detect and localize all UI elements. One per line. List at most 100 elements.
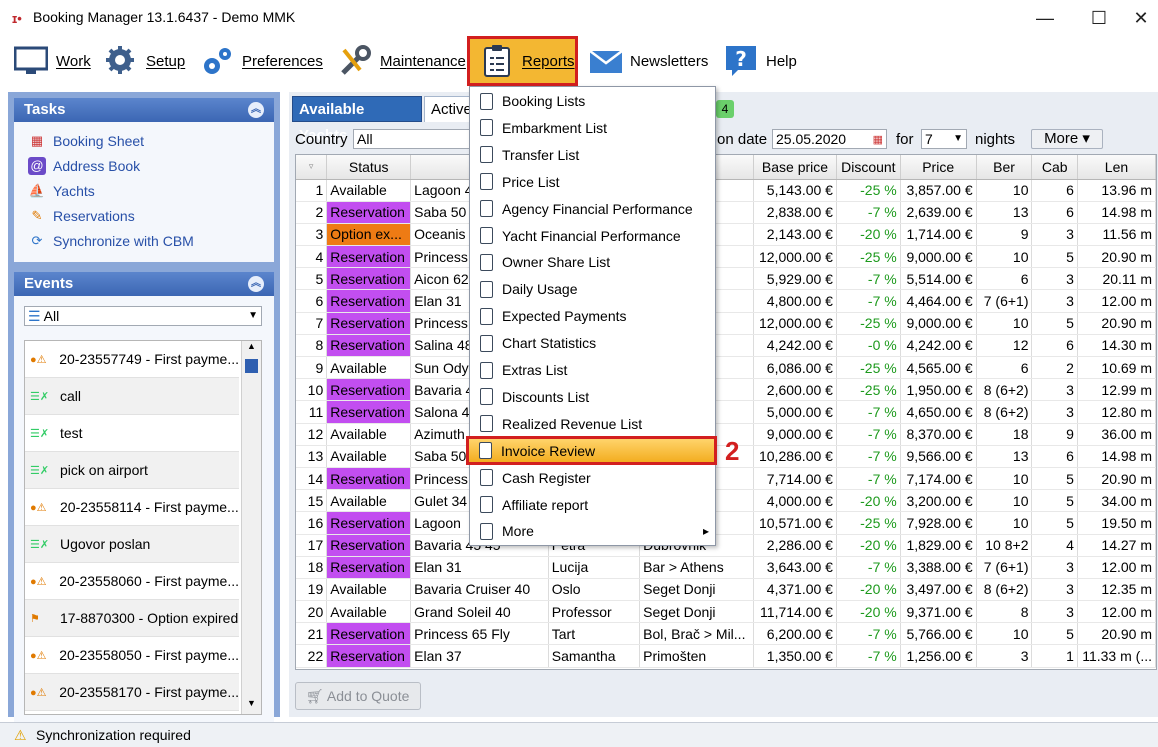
- table-row[interactable]: 6 Reservation Elan 31 4,800.00 € -7 % 4,464.0…: [296, 289, 1156, 313]
- close-button[interactable]: ✕: [1126, 6, 1156, 30]
- table-row[interactable]: 7 Reservation Princess 12,000.00 € -25 % 9,00…: [296, 312, 1156, 335]
- menu-item-price-list[interactable]: Price List: [470, 169, 715, 195]
- table-cell: Reservation: [326, 334, 412, 358]
- menu-item-cash-register[interactable]: Cash Register: [470, 465, 715, 491]
- tab-active[interactable]: Active: [424, 96, 472, 122]
- toolbar-work[interactable]: Work: [14, 36, 91, 86]
- tasks-header[interactable]: Tasks ︽: [14, 98, 274, 122]
- table-cell: 5: [1031, 511, 1078, 535]
- sort-icon[interactable]: ▿: [296, 155, 328, 180]
- table-row[interactable]: 1AvailableLagoon 4tre ...5,143.00 €-25 %…: [296, 179, 1156, 202]
- menu-item-realized-revenue-list[interactable]: Realized Revenue List: [470, 411, 715, 437]
- table-row[interactable]: 8ReservationSalina 48hilica4,242.00 €-0 …: [296, 334, 1156, 358]
- list-item[interactable]: ☰✗ call: [25, 378, 239, 415]
- table-cell: 6: [296, 289, 328, 313]
- task-address-book[interactable]: @ Address Book: [28, 153, 274, 178]
- table-header: ▿ Status M Base price Discount Price Ber…: [296, 155, 1156, 180]
- list-item[interactable]: ●⚠ 20-23558060 - First payme...: [25, 563, 239, 600]
- table-cell: 1,950.00 €: [900, 378, 977, 402]
- checklist-icon: ☰✗: [30, 538, 50, 551]
- table-row[interactable]: 15 Available Gulet 34 4,000.00 € -20 % 3,200.…: [296, 489, 1156, 513]
- column-header[interactable]: Discount: [836, 155, 901, 180]
- events-scrollbar[interactable]: ▲ ▼: [241, 341, 261, 714]
- menu-item-yacht-financial-performance[interactable]: Yacht Financial Performance: [470, 223, 715, 249]
- task-reservations[interactable]: ✎ Reservations: [28, 203, 274, 228]
- table-cell: 3: [1031, 600, 1078, 624]
- add-to-quote-button[interactable]: 🛒︎ Add to Quote: [295, 682, 421, 710]
- toolbar-setup[interactable]: Setup: [104, 36, 185, 86]
- table-row[interactable]: 3Option ex...Oceanishilica2,143.00 €-20 …: [296, 223, 1156, 247]
- toolbar-help[interactable]: ? Help: [724, 36, 797, 86]
- nights-stepper[interactable]: 7 ▼: [921, 129, 967, 149]
- list-item[interactable]: ●⚠ 20-23558050 - First payme...: [25, 637, 239, 674]
- collapse-icon[interactable]: ︽: [248, 276, 264, 292]
- menu-item-expected-payments[interactable]: Expected Payments: [470, 303, 715, 329]
- task-yachts[interactable]: ⛵ Yachts: [28, 178, 274, 203]
- more-button[interactable]: More ▾: [1031, 129, 1103, 149]
- events-filter-select[interactable]: ☰ All ▼: [24, 306, 262, 326]
- table-row[interactable]: 9AvailableSun Odytre6,086.00 €-25 %4,565…: [296, 356, 1156, 380]
- menu-item-daily-usage[interactable]: Daily Usage: [470, 276, 715, 302]
- table-cell: 13: [296, 445, 328, 468]
- toolbar-maintenance[interactable]: Maintenance: [338, 36, 466, 86]
- column-header[interactable]: Cab: [1031, 155, 1078, 180]
- table-row[interactable]: 5 Reservation Aicon 62 5,929.00 € -7 % 5,514.…: [296, 267, 1156, 291]
- table-cell: 9,566.00 €: [900, 445, 977, 468]
- column-header[interactable]: Len: [1077, 155, 1156, 180]
- menu-item-agency-financial-performance[interactable]: Agency Financial Performance: [470, 196, 715, 222]
- scroll-thumb[interactable]: [245, 359, 258, 373]
- menu-item-affiliate-report[interactable]: Affiliate report: [470, 492, 715, 518]
- list-item[interactable]: ●⚠ 20-23557749 - First payme...: [25, 341, 239, 378]
- events-header[interactable]: Events ︽: [14, 272, 274, 296]
- menu-item-booking-lists[interactable]: Booking Lists: [470, 88, 715, 114]
- table-row[interactable]: 17ReservationBavaria 45 45PetraDubrovnik…: [296, 534, 1156, 557]
- menu-item-transfer-list[interactable]: Transfer List: [470, 142, 715, 168]
- country-select[interactable]: All: [353, 129, 473, 149]
- menu-item-chart-statistics[interactable]: Chart Statistics: [470, 330, 715, 356]
- column-header[interactable]: Status: [326, 155, 412, 180]
- date-field[interactable]: 25.05.2020 ▦: [772, 129, 887, 149]
- maximize-button[interactable]: ☐: [1084, 6, 1114, 30]
- task-synchronize[interactable]: ⟳ Synchronize with CBM: [28, 228, 274, 253]
- list-item[interactable]: ☰✗ Ugovor poslan: [25, 526, 239, 563]
- table-row[interactable]: 4ReservationPrincessEas...12,000.00 €-25…: [296, 245, 1156, 269]
- table-row[interactable]: 16ReservationLagoon- Oc...10,571.00 €-25…: [296, 511, 1156, 535]
- list-item[interactable]: ☰✗ test: [25, 415, 239, 452]
- menu-item-owner-share-list[interactable]: Owner Share List: [470, 249, 715, 275]
- calendar-icon[interactable]: ▦: [873, 131, 883, 149]
- list-item[interactable]: ⚑ 17-8870300 - Option expired: [25, 600, 239, 637]
- list-item[interactable]: ☰✗ pick on airport: [25, 452, 239, 489]
- list-item[interactable]: ●⚠ 20-23558114 - First payme...: [25, 489, 239, 526]
- task-booking-sheet[interactable]: ▦ Booking Sheet: [28, 128, 274, 153]
- column-header[interactable]: Ber: [976, 155, 1033, 180]
- menu-item-embarkment-list[interactable]: Embarkment List: [470, 115, 715, 141]
- menu-item-invoice-review[interactable]: Invoice Review: [466, 436, 717, 465]
- table-row[interactable]: 21 Reservation Princess 65 Fly Tart Bol, Bra…: [296, 622, 1156, 646]
- toolbar-reports[interactable]: Reports: [467, 36, 578, 86]
- list-item[interactable]: ●⚠ 20-23558170 - First payme...: [25, 674, 239, 711]
- table-cell: 7: [296, 312, 328, 335]
- menu-item-discounts-list[interactable]: Discounts List: [470, 384, 715, 410]
- table-row[interactable]: 14 Reservation Princess 7,714.00 € -7 % 7,174…: [296, 467, 1156, 491]
- table-row[interactable]: 22 Reservation Elan 37 Samantha Primošten 1,3…: [296, 644, 1156, 668]
- collapse-icon[interactable]: ︽: [248, 102, 264, 118]
- scroll-down-icon[interactable]: ▼: [242, 698, 261, 714]
- column-header[interactable]: Base price: [753, 155, 837, 180]
- minimize-button[interactable]: —: [1030, 6, 1060, 30]
- toolbar-newsletters[interactable]: Newsletters: [586, 36, 708, 86]
- table-row[interactable]: 19 Available Bavaria Cruiser 40 Oslo Seget D…: [296, 578, 1156, 602]
- scroll-up-icon[interactable]: ▲: [242, 341, 261, 357]
- column-header[interactable]: Price: [900, 155, 977, 180]
- table-cell: 14.98 m: [1077, 201, 1156, 224]
- toolbar-preferences[interactable]: Preferences: [200, 36, 323, 86]
- table-row[interactable]: 18 Reservation Elan 31 Lucija Bar > Athens 3,…: [296, 556, 1156, 579]
- table-row[interactable]: 10 Reservation Bavaria 4 2,600.00 € -25 % 1,9…: [296, 378, 1156, 402]
- table-row[interactable]: 2 Reservation Saba 50 2,838.00 € -7 % 2,639.0…: [296, 201, 1156, 224]
- menu-item-more[interactable]: More ▸: [470, 518, 715, 544]
- menu-item-extras-list[interactable]: Extras List: [470, 357, 715, 383]
- table-cell: 20: [296, 600, 328, 624]
- table-row[interactable]: 11 Reservation Salona 4 5,000.00 € -7 % 4,650…: [296, 400, 1156, 424]
- tab-available-yachts[interactable]: Available Yachts: [292, 96, 422, 144]
- table-row[interactable]: 20 Available Grand Soleil 40 Professor Seget…: [296, 600, 1156, 624]
- table-cell: 11,714.00 €: [753, 600, 837, 624]
